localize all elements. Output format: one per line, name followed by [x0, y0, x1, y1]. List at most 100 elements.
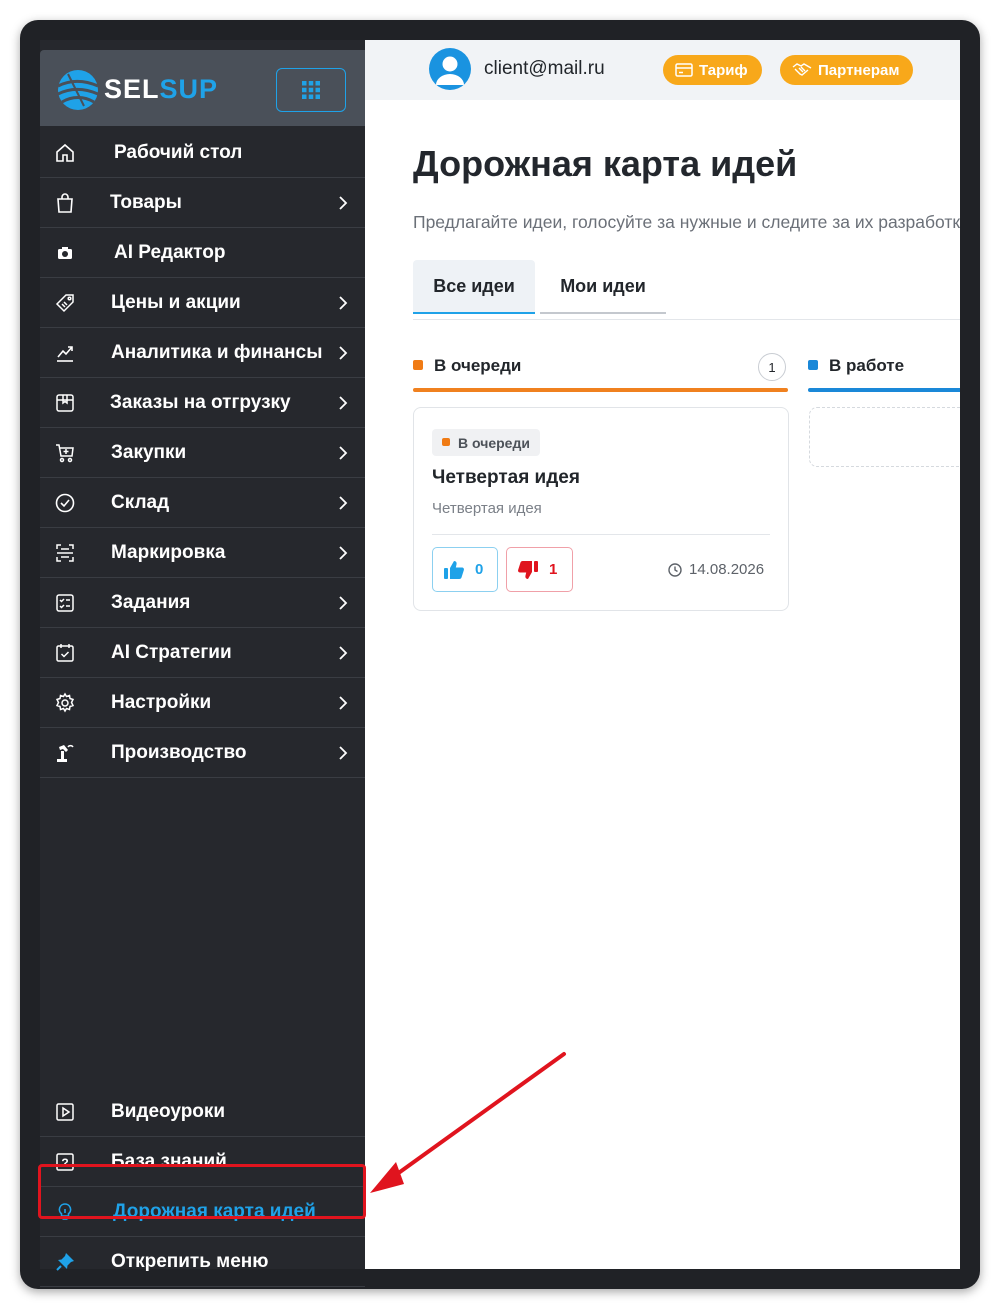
sidebar-item-label: Цены и акции: [111, 291, 241, 313]
column-header-in-progress: В работе: [808, 342, 960, 392]
box-icon: [56, 394, 74, 412]
sidebar-item-label: Заказы на отгрузку: [110, 391, 291, 413]
sidebar-item-shipments[interactable]: Заказы на отгрузку: [40, 378, 365, 428]
handshake-icon: [792, 63, 812, 76]
sidebar-item-unpin-menu[interactable]: Открепить меню: [40, 1237, 365, 1287]
sidebar-item-label: Дорожная карта идей: [113, 1200, 316, 1222]
tab-all-ideas[interactable]: Все идеи: [413, 260, 535, 314]
sidebar-item-label: AI Редактор: [114, 241, 226, 263]
partners-button[interactable]: Партнерам: [780, 55, 914, 85]
credit-card-icon: [675, 63, 693, 77]
chevron-right-icon: [339, 446, 348, 460]
app-window: SELSUP Рабочий стол Товары AI Редактор Ц…: [20, 20, 980, 1289]
check-circle-icon: [55, 493, 75, 513]
card-divider: [432, 534, 770, 535]
sidebar-item-label: Склад: [111, 491, 170, 513]
calendar-check-icon: [56, 644, 74, 662]
in-progress-dot: [808, 360, 818, 370]
lightbulb-icon: [58, 1203, 72, 1220]
sidebar-item-label: Товары: [110, 191, 182, 213]
sidebar-item-video-lessons[interactable]: Видеоуроки: [40, 1087, 365, 1137]
checklist-icon: [56, 594, 74, 612]
sidebar-item-label: База знаний: [111, 1150, 227, 1172]
scan-icon: [56, 544, 74, 562]
play-icon: [56, 1103, 74, 1121]
sidebar-item-products[interactable]: Товары: [40, 178, 365, 228]
thumbs-up-icon: [444, 560, 464, 579]
column-title: В работе: [829, 356, 905, 375]
idea-description: Четвертая идея: [432, 500, 542, 517]
sidebar-item-label: Маркировка: [111, 541, 226, 563]
sidebar-item-label: Рабочий стол: [114, 141, 243, 163]
brand-logo-text: SELSUP: [104, 74, 219, 104]
chevron-right-icon: [339, 596, 348, 610]
main-content: client@mail.ru Тариф Партнерам Дорожная …: [365, 40, 960, 1269]
sidebar-item-tasks[interactable]: Задания: [40, 578, 365, 628]
sidebar-item-label: Закупки: [111, 441, 187, 463]
tariff-label: Тариф: [699, 61, 748, 79]
sidebar-item-label: Настройки: [111, 691, 212, 713]
tariff-button[interactable]: Тариф: [663, 55, 762, 85]
help-square-icon: ?: [56, 1153, 74, 1171]
chevron-right-icon: [339, 646, 348, 660]
like-button[interactable]: 0: [432, 547, 498, 592]
column-underline: [808, 388, 960, 392]
sidebar-item-analytics[interactable]: Аналитика и финансы: [40, 328, 365, 378]
sidebar-item-knowledge-base[interactable]: ? База знаний: [40, 1137, 365, 1187]
empty-column-placeholder: [809, 407, 960, 467]
sidebar: SELSUP Рабочий стол Товары AI Редактор Ц…: [40, 40, 365, 1287]
home-icon: [56, 143, 74, 162]
price-tag-icon: [55, 294, 74, 313]
status-badge: В очереди: [432, 429, 540, 456]
sidebar-item-ai-strategies[interactable]: AI Стратегии: [40, 628, 365, 678]
sidebar-item-settings[interactable]: Настройки: [40, 678, 365, 728]
gear-icon: [55, 692, 75, 713]
sidebar-item-ideas-roadmap[interactable]: Дорожная карта идей: [40, 1187, 365, 1237]
thumbs-down-icon: [518, 560, 538, 579]
user-email[interactable]: client@mail.ru: [484, 58, 605, 80]
sidebar-item-label: Задания: [111, 591, 191, 613]
sidebar-item-warehouse[interactable]: Склад: [40, 478, 365, 528]
dislike-button[interactable]: 1: [506, 547, 573, 592]
idea-title: Четвертая идея: [432, 467, 580, 488]
sidebar-item-label: Аналитика и финансы: [111, 341, 323, 363]
sidebar-item-label: Видеоуроки: [111, 1100, 226, 1122]
clock-icon: [668, 562, 682, 577]
user-avatar[interactable]: [429, 48, 471, 90]
chevron-right-icon: [339, 546, 348, 560]
chart-line-icon: [57, 346, 73, 362]
pin-icon: [56, 1253, 74, 1271]
logo-bar: SELSUP: [40, 50, 365, 126]
sidebar-item-desktop[interactable]: Рабочий стол: [40, 128, 365, 178]
column-header-queue: В очереди 1: [413, 342, 788, 392]
sidebar-item-label: AI Стратегии: [111, 641, 232, 663]
sidebar-item-purchases[interactable]: Закупки: [40, 428, 365, 478]
sidebar-item-marking[interactable]: Маркировка: [40, 528, 365, 578]
sidebar-bottom-nav: Видеоуроки ? База знаний Дорожная карта …: [40, 1087, 365, 1287]
sidebar-item-label: Производство: [111, 741, 247, 763]
idea-card[interactable]: В очереди Четвертая идея Четвертая идея …: [413, 407, 789, 611]
sidebar-item-ai-editor[interactable]: AI Редактор: [40, 228, 365, 278]
apps-menu-button[interactable]: [276, 68, 346, 112]
camera-icon: [58, 247, 72, 259]
svg-text:?: ?: [61, 1156, 68, 1170]
idea-date: 14.08.2026: [668, 561, 764, 578]
page-subtitle: Предлагайте идеи, голосуйте за нужные и …: [413, 212, 960, 232]
sidebar-item-prices[interactable]: Цены и акции: [40, 278, 365, 328]
grid-icon: [302, 81, 320, 99]
dislike-count: 1: [549, 561, 558, 578]
chevron-right-icon: [339, 296, 348, 310]
sidebar-item-production[interactable]: Производство: [40, 728, 365, 778]
chevron-right-icon: [339, 196, 348, 210]
page-title: Дорожная карта идей: [413, 143, 798, 184]
queue-dot: [413, 360, 423, 370]
robot-arm-icon: [57, 744, 74, 762]
partners-label: Партнерам: [818, 61, 900, 79]
chevron-right-icon: [339, 396, 348, 410]
tabs: Все идеи Мои идеи: [413, 260, 960, 320]
tab-my-ideas[interactable]: Мои идеи: [540, 260, 666, 314]
shopping-bag-icon: [57, 193, 73, 213]
column-underline: [413, 388, 788, 392]
column-title: В очереди: [434, 356, 522, 375]
selsup-logo-icon: [57, 70, 99, 110]
